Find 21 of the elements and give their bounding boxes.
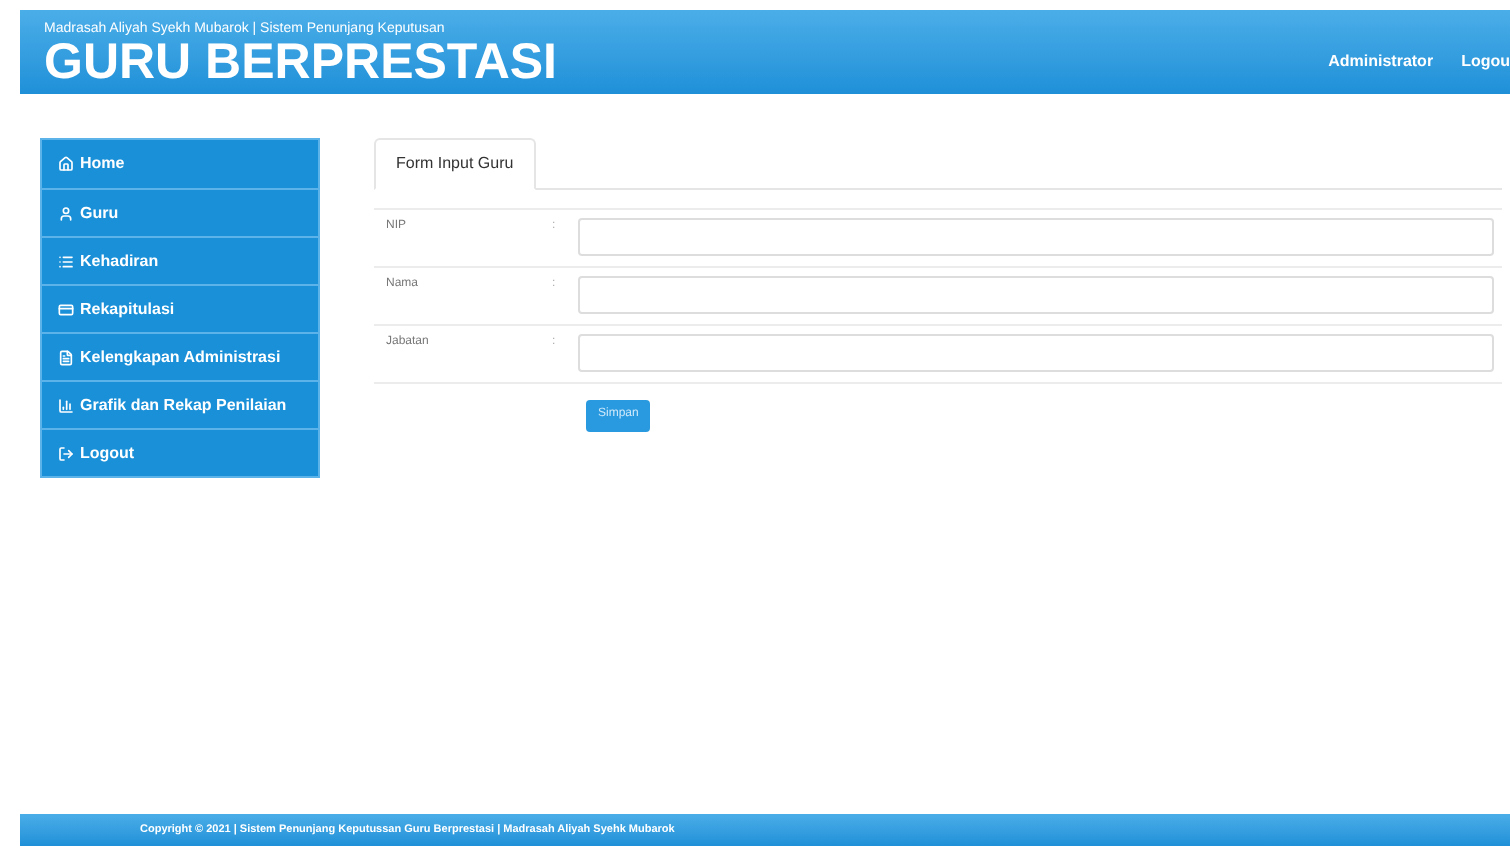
home-icon — [58, 156, 74, 172]
list-icon — [58, 253, 74, 269]
card-icon — [58, 301, 74, 317]
bar-chart-icon — [58, 397, 74, 413]
app-title: GURU BERPRESTASI — [44, 38, 558, 86]
person-icon — [58, 205, 74, 221]
text-field[interactable] — [578, 276, 1494, 314]
text-field[interactable] — [578, 218, 1494, 256]
text-field[interactable] — [578, 334, 1494, 372]
sidebar-item[interactable]: Guru — [42, 188, 318, 236]
logout-icon — [58, 445, 74, 461]
nav-link[interactable]: Logou — [1461, 50, 1510, 74]
nav-link[interactable]: Administrator — [1328, 50, 1434, 74]
tab[interactable]: Form Input Guru — [374, 138, 536, 190]
sidebar-item[interactable]: Logout — [42, 428, 318, 476]
document-icon — [58, 349, 74, 365]
sidebar-item[interactable]: Kehadiran — [42, 236, 318, 284]
sidebar-item[interactable]: Kelengkapan Administrasi — [42, 332, 318, 380]
sidebar-item[interactable]: Grafik dan Rekap Penilaian — [42, 380, 318, 428]
sidebar-item[interactable]: Rekapitulasi — [42, 284, 318, 332]
sidebar-item[interactable]: Home — [42, 140, 318, 188]
